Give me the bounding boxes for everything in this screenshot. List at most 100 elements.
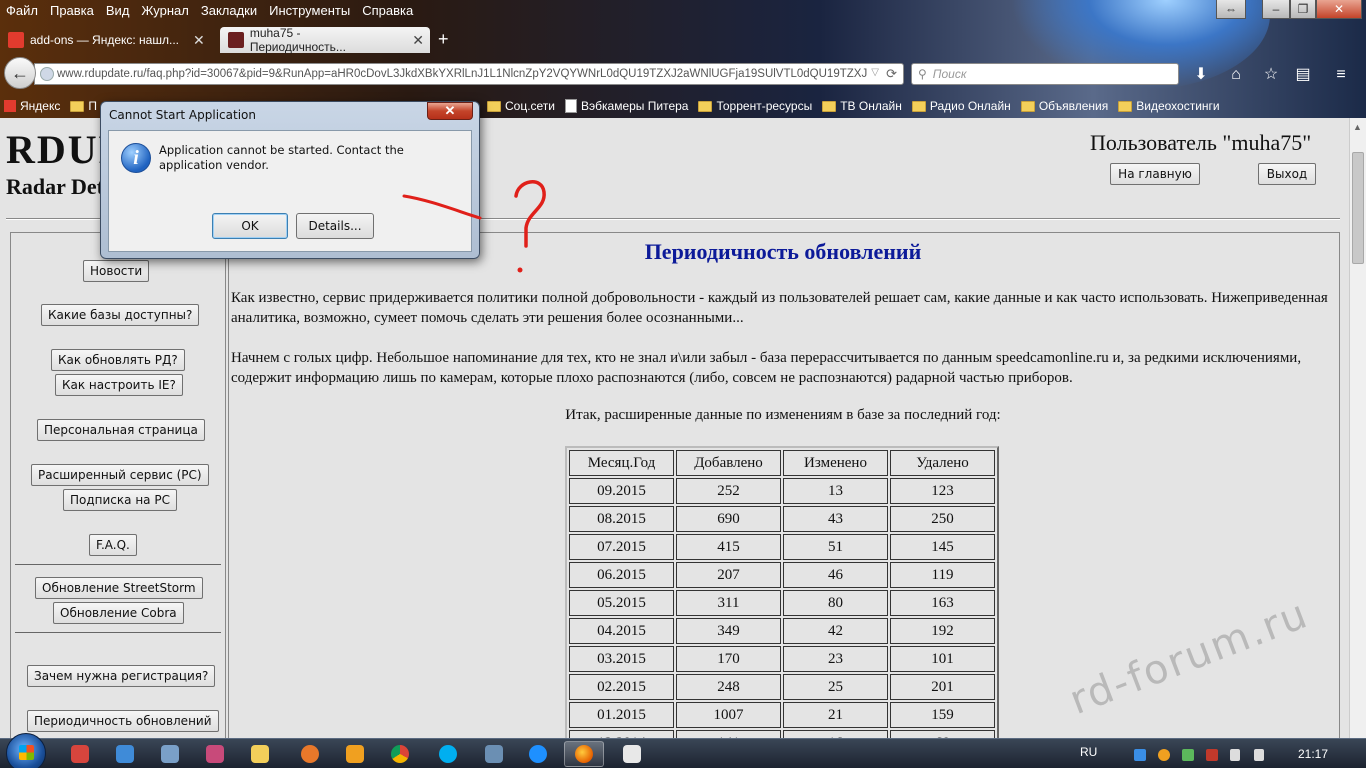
taskbar-skype[interactable]	[428, 741, 468, 767]
app-icon	[71, 745, 89, 763]
bookmark-radio[interactable]: Радио Онлайн	[911, 99, 1011, 113]
tray-app-icon[interactable]	[1158, 749, 1170, 761]
taskbar-pin[interactable]	[474, 741, 514, 767]
tab-close-icon[interactable]: ✕	[193, 32, 205, 49]
page-scrollbar[interactable]: ▲	[1349, 118, 1366, 738]
bookmark-ads[interactable]: Объявления	[1020, 99, 1108, 113]
url-text[interactable]: www.rdupdate.ru/faq.php?id=30067&pid=9&R…	[57, 68, 875, 80]
sidebar-item-personal-page[interactable]: Персональная страница	[37, 419, 205, 441]
clock[interactable]: 21:17	[1298, 747, 1328, 761]
cell-added: 311	[676, 590, 781, 616]
bookmarks-list-icon[interactable]: ▤	[1292, 64, 1314, 86]
start-button[interactable]	[6, 733, 46, 768]
cell-changed: 42	[783, 618, 888, 644]
app-icon	[301, 745, 319, 763]
scroll-up-icon[interactable]: ▲	[1353, 122, 1362, 132]
windows-update-icon[interactable]	[1134, 749, 1146, 761]
menu-icon[interactable]: ≡	[1330, 64, 1352, 86]
sidebar-item-how-update[interactable]: Как обновлять РД?	[51, 349, 185, 371]
table-row: 02.2015 248 25 201	[569, 674, 995, 700]
folder-icon	[70, 100, 85, 112]
sidebar-item-databases[interactable]: Какие базы доступны?	[41, 304, 200, 326]
bookmark-torrents[interactable]: Торрент-ресурсы	[698, 99, 812, 113]
app-icon	[485, 745, 503, 763]
tray-alert-icon[interactable]	[1206, 749, 1218, 761]
bookmark-star-icon[interactable]: ☆	[1260, 64, 1282, 86]
taskbar-pin[interactable]	[290, 741, 330, 767]
sidebar-item-update-frequency[interactable]: Периодичность обновлений	[27, 710, 219, 732]
volume-icon[interactable]	[1254, 749, 1264, 761]
taskbar-pin[interactable]	[60, 741, 100, 767]
restore-tab-icon[interactable]: ⇔	[1216, 0, 1246, 19]
yandex-icon	[4, 100, 16, 112]
tab-rdupdate[interactable]: muha75 - Периодичность... ✕	[220, 26, 430, 54]
bookmark-social[interactable]: Соц.сети	[486, 99, 556, 113]
cell-month: 05.2015	[569, 590, 674, 616]
bookmark-video[interactable]: Видеохостинги	[1118, 99, 1220, 113]
tab-label: muha75 - Периодичность...	[249, 26, 346, 54]
bookmark-label: Соц.сети	[504, 99, 556, 113]
taskbar-ie[interactable]	[518, 741, 558, 767]
taskbar-explorer[interactable]	[240, 741, 280, 767]
cell-changed: 25	[783, 674, 888, 700]
bookmark-yandex[interactable]: Яндекс	[4, 99, 60, 113]
taskbar-firefox[interactable]	[564, 741, 604, 767]
bookmark-label: Видеохостинги	[1136, 99, 1220, 113]
sidebar-item-news[interactable]: Новости	[83, 260, 150, 282]
window-close-button[interactable]: ✕	[1316, 0, 1362, 19]
download-icon[interactable]: ⬇	[1190, 64, 1212, 86]
sidebar-item-streetstorm[interactable]: Обновление StreetStorm	[35, 577, 203, 599]
info-icon: i	[121, 143, 151, 173]
yandex-favicon-icon	[8, 32, 24, 48]
taskbar-pin[interactable]	[612, 741, 652, 767]
sidebar-item-configure-ie[interactable]: Как настроить IE?	[55, 374, 183, 396]
menu-file[interactable]: Файл	[6, 0, 38, 22]
search-input[interactable]: ⚲ Поиск	[911, 63, 1179, 85]
bookmark-folder[interactable]: П	[70, 99, 97, 113]
sidebar-item-cobra[interactable]: Обновление Cobra	[53, 602, 184, 624]
taskbar-pin[interactable]	[150, 741, 190, 767]
ok-button[interactable]: OK	[212, 213, 288, 239]
menu-tools[interactable]: Инструменты	[269, 0, 350, 22]
taskbar-pin[interactable]	[105, 741, 145, 767]
menu-help[interactable]: Справка	[362, 0, 413, 22]
scrollbar-thumb[interactable]	[1352, 152, 1364, 264]
tab-yandex[interactable]: add-ons — Яндекс: нашл... ✕	[0, 27, 220, 53]
home-icon[interactable]: ⌂	[1225, 64, 1247, 86]
url-dropdown-icon[interactable]: ▽	[871, 67, 879, 78]
new-tab-icon[interactable]: +	[430, 26, 457, 54]
taskbar-pin[interactable]	[195, 741, 235, 767]
menu-bookmarks[interactable]: Закладки	[201, 0, 257, 22]
changes-table: Месяц.Год Добавлено Изменено Удалено 09.…	[565, 446, 999, 738]
taskbar-chrome[interactable]	[380, 741, 420, 767]
table-row: 03.2015 170 23 101	[569, 646, 995, 672]
details-button[interactable]: Details...	[296, 213, 374, 239]
home-button[interactable]: На главную	[1110, 163, 1200, 185]
bookmark-tv[interactable]: ТВ Онлайн	[822, 99, 902, 113]
url-bar[interactable]: www.rdupdate.ru/faq.php?id=30067&pid=9&R…	[34, 63, 904, 85]
dialog-close-button[interactable]: ✕	[427, 102, 473, 120]
sidebar-item-extended-service[interactable]: Расширенный сервис (РС)	[31, 464, 209, 486]
language-indicator[interactable]: RU	[1080, 745, 1097, 759]
sidebar-item-subscription[interactable]: Подписка на РС	[63, 489, 177, 511]
sidebar-item-why-register[interactable]: Зачем нужна регистрация?	[27, 665, 216, 687]
sidebar-item-faq[interactable]: F.A.Q.	[89, 534, 137, 556]
tab-close-icon[interactable]: ✕	[412, 32, 424, 49]
minimize-button[interactable]: ‒	[1262, 0, 1290, 19]
menu-view[interactable]: Вид	[106, 0, 130, 22]
maximize-button[interactable]: ❐	[1290, 0, 1316, 19]
menu-edit[interactable]: Правка	[50, 0, 94, 22]
bookmark-webcams[interactable]: Вэбкамеры Питера	[565, 99, 688, 113]
taskbar-pin[interactable]	[335, 741, 375, 767]
back-button[interactable]: ←	[4, 57, 36, 89]
logout-button[interactable]: Выход	[1258, 163, 1316, 185]
table-header-row: Месяц.Год Добавлено Изменено Удалено	[569, 450, 995, 476]
network-icon[interactable]	[1230, 749, 1240, 761]
cell-added: 690	[676, 506, 781, 532]
menu-history[interactable]: Журнал	[141, 0, 188, 22]
cell-month: 09.2015	[569, 478, 674, 504]
security-icon[interactable]	[1182, 749, 1194, 761]
cell-deleted: 69	[890, 730, 995, 738]
cell-deleted: 250	[890, 506, 995, 532]
reload-icon[interactable]: ⟳	[886, 66, 897, 82]
